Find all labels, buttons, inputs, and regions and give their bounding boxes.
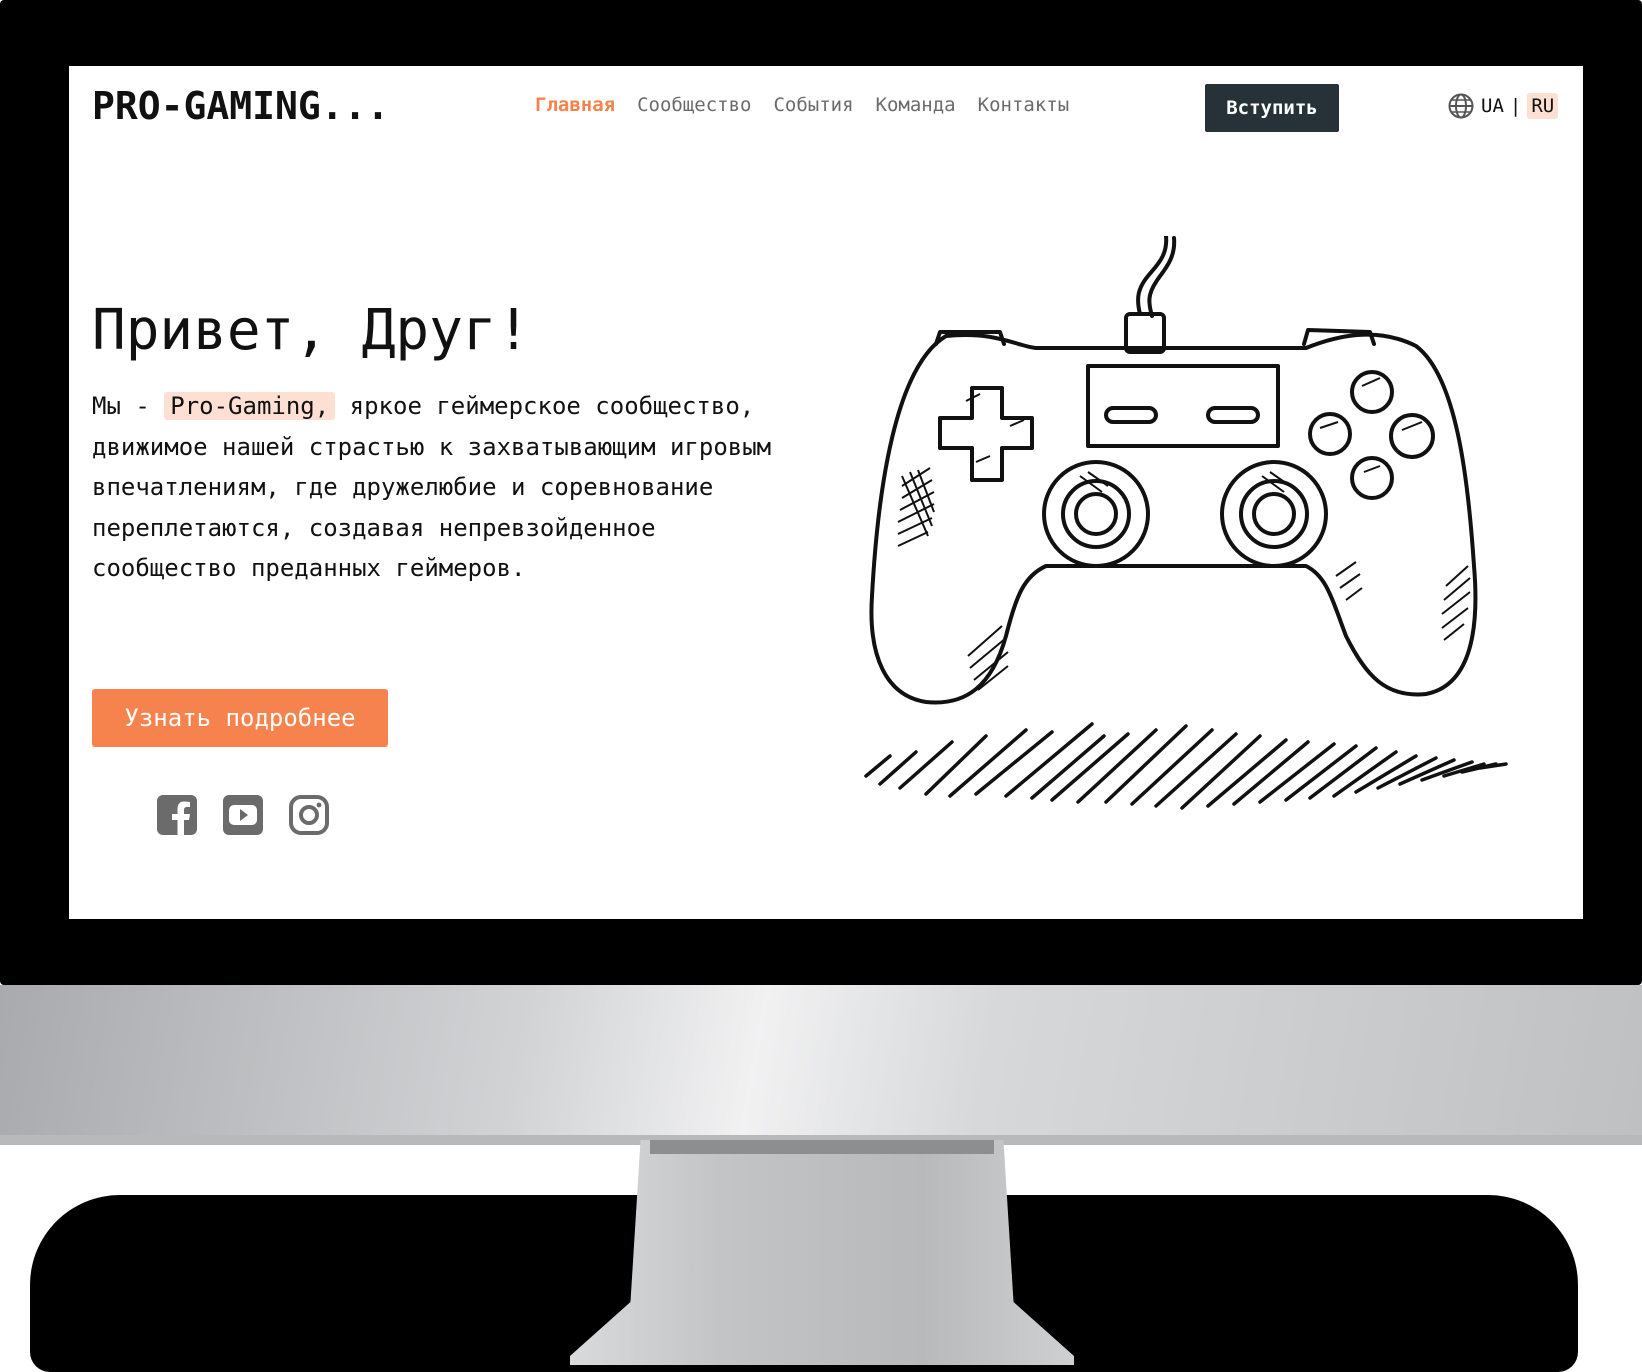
join-button[interactable]: Вступить	[1205, 84, 1339, 132]
nav-link-team[interactable]: Команда	[876, 94, 956, 116]
instagram-icon[interactable]	[288, 794, 330, 836]
nav-link-contacts[interactable]: Контакты	[978, 94, 1070, 116]
website-screen: PRO-GAMING... Главная Сообщество События…	[69, 66, 1583, 919]
brand-highlight: Pro-Gaming,	[164, 392, 336, 420]
lang-separator: |	[1509, 95, 1522, 117]
social-links	[156, 794, 330, 836]
site-logo[interactable]: PRO-GAMING...	[92, 84, 389, 128]
monitor-stand-joint	[650, 1140, 994, 1154]
nav-link-community[interactable]: Сообщество	[637, 94, 751, 116]
facebook-icon[interactable]	[156, 794, 198, 836]
hero-text-before: Мы -	[92, 392, 165, 420]
language-switcher: UA | RU	[1447, 92, 1559, 120]
lang-option-ru[interactable]: RU	[1527, 93, 1559, 119]
globe-icon	[1448, 93, 1474, 119]
learn-more-button[interactable]: Узнать подробнее	[92, 689, 388, 747]
gamepad-illustration	[864, 236, 1508, 810]
main-nav: Главная Сообщество События Команда Конта…	[535, 94, 1069, 116]
hero-title: Привет, Друг!	[92, 298, 531, 363]
nav-link-events[interactable]: События	[773, 94, 853, 116]
monitor-stand	[570, 1140, 1074, 1365]
youtube-icon[interactable]	[222, 794, 264, 836]
nav-link-home[interactable]: Главная	[535, 94, 615, 116]
lang-option-ua[interactable]: UA	[1481, 95, 1504, 117]
monitor-chin	[0, 985, 1642, 1145]
hero-text-after: яркое геймерское сообщество, движимое на…	[92, 392, 772, 582]
hero-description: Мы - Pro-Gaming, яркое геймерское сообще…	[92, 386, 792, 589]
